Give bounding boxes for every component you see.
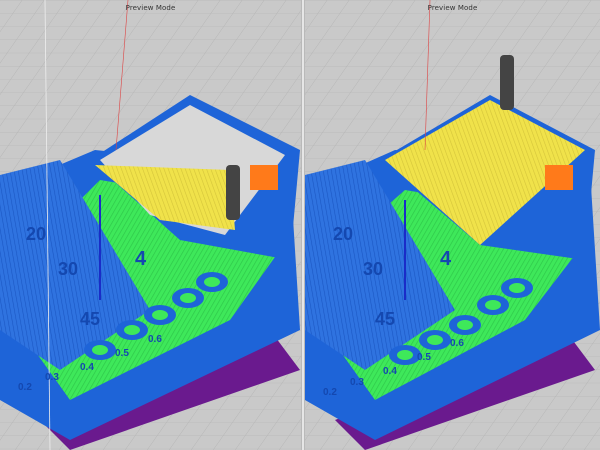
angle-label-20: 20 [333,224,353,244]
angle-label-4: 4 [135,248,147,270]
angle-label-20: 20 [26,224,46,244]
nozzle [500,55,514,110]
part-label-0-6: 0.6 [450,338,464,349]
part-label-0-4: 0.4 [80,362,94,373]
angle-label-4: 4 [440,248,452,270]
part-label-0-5: 0.5 [115,348,129,359]
part-label-0-3: 0.3 [350,377,364,388]
nozzle [226,165,240,220]
part-label-0-2: 0.2 [323,387,337,398]
part-label-0-5: 0.5 [417,352,431,363]
orange-marker [250,165,278,190]
angle-label-30: 30 [58,259,78,279]
preview-mode-label: Preview Mode [427,4,478,12]
part-label-0-2: 0.2 [18,382,32,393]
part-label-0-4: 0.4 [383,366,397,377]
orange-marker [545,165,573,190]
part-label-0-3: 0.3 [45,372,59,383]
model-preview-left[interactable]: 20 30 45 4 0.2 0.3 0.4 0.5 0.6 [0,0,301,450]
preview-viewport-right[interactable]: 20 30 45 4 0.2 0.3 0.4 0.5 0.6 Preview M… [305,0,600,450]
angle-label-45: 45 [80,309,100,329]
preview-viewport-left[interactable]: 20 30 45 4 0.2 0.3 0.4 0.5 0.6 Preview M… [0,0,301,450]
preview-mode-label: Preview Mode [125,4,176,12]
angle-label-45: 45 [375,309,395,329]
model-preview-right[interactable]: 20 30 45 4 0.2 0.3 0.4 0.5 0.6 [305,0,600,450]
angle-label-30: 30 [363,259,383,279]
part-label-0-6: 0.6 [148,334,162,345]
